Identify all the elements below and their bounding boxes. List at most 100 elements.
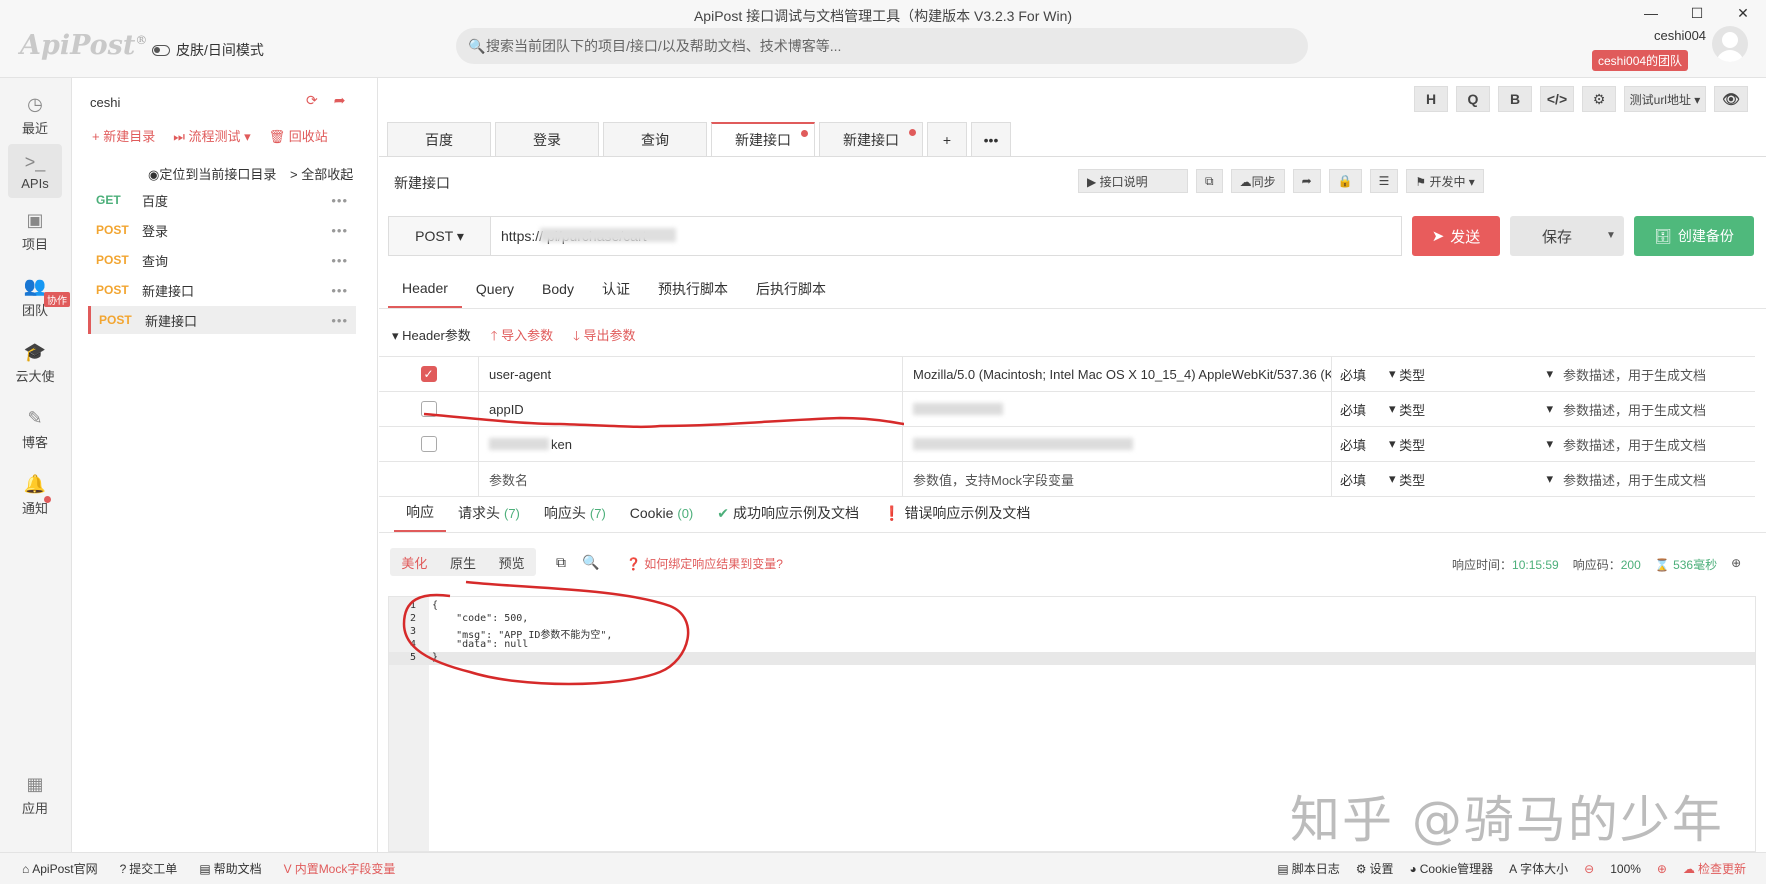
database-icon[interactable]: ☰	[1369, 169, 1399, 193]
zoom-in-icon[interactable]: ⊕	[1657, 862, 1667, 876]
view-preview[interactable]: 预览	[499, 553, 525, 572]
copy-icon[interactable]: ⧉	[1196, 169, 1223, 193]
param-desc[interactable]: 参数描述，用于生成文档	[1561, 462, 1755, 496]
header-section-toggle[interactable]: ▾ Header参数	[392, 325, 471, 349]
type-select[interactable]: ▾ 类型	[1381, 392, 1471, 426]
tab-post-script[interactable]: 后执行脚本	[742, 270, 840, 308]
plus-circle-icon[interactable]: ⊕	[1731, 556, 1741, 573]
refresh-icon[interactable]: ⟳	[306, 92, 318, 109]
more-icon[interactable]: •••	[331, 253, 348, 268]
q-button[interactable]: Q	[1456, 86, 1490, 112]
tab-response[interactable]: 响应	[394, 494, 446, 532]
tab-body[interactable]: Body	[528, 270, 588, 308]
create-backup-button[interactable]: 🗄 创建备份	[1634, 216, 1754, 256]
interface-name[interactable]: 新建接口	[394, 173, 450, 193]
view-pretty[interactable]: 美化	[401, 553, 427, 572]
view-raw[interactable]: 原生	[450, 553, 476, 572]
collapse-all-button[interactable]: > 全部收起	[290, 164, 353, 183]
submit-ticket-link[interactable]: ? 提交工单	[120, 860, 178, 877]
more-icon[interactable]: •••	[331, 193, 348, 208]
method-select[interactable]: POST ▾	[389, 217, 491, 255]
type-select[interactable]: ▾ 类型	[1381, 427, 1471, 461]
nav-ambassador[interactable]: 🎓 云大使	[8, 336, 62, 390]
tab-new-interface[interactable]: 新建接口	[711, 122, 815, 156]
mock-vars-link[interactable]: V 内置Mock字段变量	[284, 860, 396, 877]
export-params-button[interactable]: 🡓 导出参数	[573, 325, 635, 349]
more-icon[interactable]: •••	[331, 223, 348, 238]
nav-apps[interactable]: ▦ 应用	[8, 768, 62, 822]
tab-baidu[interactable]: 百度	[387, 122, 491, 156]
user-name[interactable]: ceshi004	[1654, 28, 1706, 43]
param-value[interactable]	[902, 427, 1331, 461]
script-log-button[interactable]: ▤ 脚本日志	[1277, 860, 1339, 877]
tab-query-params[interactable]: Query	[462, 270, 528, 308]
bind-variable-link[interactable]: ❓ 如何绑定响应结果到变量?	[626, 555, 783, 572]
new-folder-button[interactable]: + 新建目录	[92, 126, 155, 145]
param-value-placeholder[interactable]: 参数值，支持Mock字段变量	[902, 462, 1331, 496]
checkbox[interactable]	[420, 401, 437, 417]
nav-project[interactable]: ▣ 项目	[8, 204, 62, 258]
official-site-link[interactable]: ⌂ ApiPost官网	[22, 860, 98, 877]
status-select[interactable]: ⚑ 开发中 ▾	[1406, 169, 1484, 193]
doc-button[interactable]: ▶ 接口说明	[1078, 169, 1188, 193]
api-item[interactable]: POST 新建接口 •••	[88, 276, 356, 304]
required-label[interactable]: 必填	[1331, 462, 1381, 496]
tab-new-interface[interactable]: 新建接口	[819, 122, 923, 156]
flow-test-button[interactable]: ⏭ 流程测试 ▾	[173, 126, 250, 145]
maximize-button[interactable]: ☐	[1674, 0, 1720, 26]
param-key[interactable]: appID	[478, 392, 902, 426]
locate-button[interactable]: ◉定位到当前接口目录	[148, 164, 276, 183]
send-button[interactable]: ➤ 发送	[1412, 216, 1500, 256]
lock-icon[interactable]: 🔒	[1328, 169, 1362, 193]
share-icon[interactable]: ➦	[334, 92, 346, 109]
cookie-manager-button[interactable]: ◕ Cookie管理器	[1410, 860, 1494, 877]
caret-down-icon[interactable]: ▾	[1471, 462, 1561, 496]
tab-pre-script[interactable]: 预执行脚本	[644, 270, 742, 308]
tab-cookie[interactable]: Cookie (0)	[618, 494, 705, 532]
required-label[interactable]: 必填	[1331, 392, 1381, 426]
caret-down-icon[interactable]: ▾	[1471, 392, 1561, 426]
nav-notify[interactable]: 🔔 通知	[8, 468, 62, 522]
close-button[interactable]: ✕	[1720, 0, 1766, 26]
settings-button[interactable]: ⚙	[1582, 86, 1616, 112]
help-docs-link[interactable]: ▤ 帮助文档	[199, 860, 261, 877]
caret-down-icon[interactable]: ▾	[1471, 427, 1561, 461]
param-key-placeholder[interactable]: 参数名	[478, 462, 902, 496]
tab-header[interactable]: Header	[388, 270, 462, 308]
param-value[interactable]	[902, 392, 1331, 426]
param-key[interactable]: user-agent	[478, 357, 902, 391]
global-search-input[interactable]: 🔍 搜索当前团队下的项目/接口/以及帮助文档、技术博客等...	[456, 28, 1308, 64]
team-badge[interactable]: ceshi004的团队	[1592, 50, 1689, 71]
nav-recent[interactable]: ◷ 最近	[8, 88, 62, 142]
api-item[interactable]: POST 查询 •••	[88, 246, 356, 274]
tab-response-headers[interactable]: 响应头 (7)	[532, 494, 618, 532]
required-label[interactable]: 必填	[1331, 357, 1381, 391]
type-select[interactable]: ▾ 类型	[1381, 357, 1471, 391]
more-tabs-button[interactable]: •••	[971, 122, 1011, 156]
tab-auth[interactable]: 认证	[588, 270, 644, 308]
share-icon[interactable]: ➦	[1292, 169, 1321, 193]
nav-apis[interactable]: >_ APIs	[8, 144, 62, 198]
tab-success-example[interactable]: ✔ 成功响应示例及文档	[705, 494, 871, 532]
tab-query[interactable]: 查询	[603, 122, 707, 156]
param-desc[interactable]: 参数描述，用于生成文档	[1561, 357, 1755, 391]
recycle-bin-button[interactable]: 🗑 回收站	[269, 126, 328, 145]
tab-error-example[interactable]: ❗ 错误响应示例及文档	[871, 494, 1042, 532]
zoom-out-icon[interactable]: ⊖	[1584, 862, 1594, 876]
api-item[interactable]: POST 登录 •••	[88, 216, 356, 244]
required-label[interactable]: 必填	[1331, 427, 1381, 461]
b-button[interactable]: B	[1498, 86, 1532, 112]
h-button[interactable]: H	[1414, 86, 1448, 112]
checkbox[interactable]	[420, 436, 437, 452]
type-select[interactable]: ▾ 类型	[1381, 462, 1471, 496]
check-update-button[interactable]: ☁ 检查更新	[1683, 860, 1746, 877]
tab-login[interactable]: 登录	[495, 122, 599, 156]
caret-down-icon[interactable]: ▾	[1471, 357, 1561, 391]
nav-blog[interactable]: ✎ 博客	[8, 402, 62, 456]
param-key[interactable]: ken	[478, 427, 902, 461]
param-desc[interactable]: 参数描述，用于生成文档	[1561, 427, 1755, 461]
add-tab-button[interactable]: +	[927, 122, 967, 156]
minimize-button[interactable]: —	[1628, 0, 1674, 26]
sync-button[interactable]: ☁同步	[1230, 169, 1285, 193]
save-dropdown-icon[interactable]: ▼	[1606, 230, 1616, 241]
